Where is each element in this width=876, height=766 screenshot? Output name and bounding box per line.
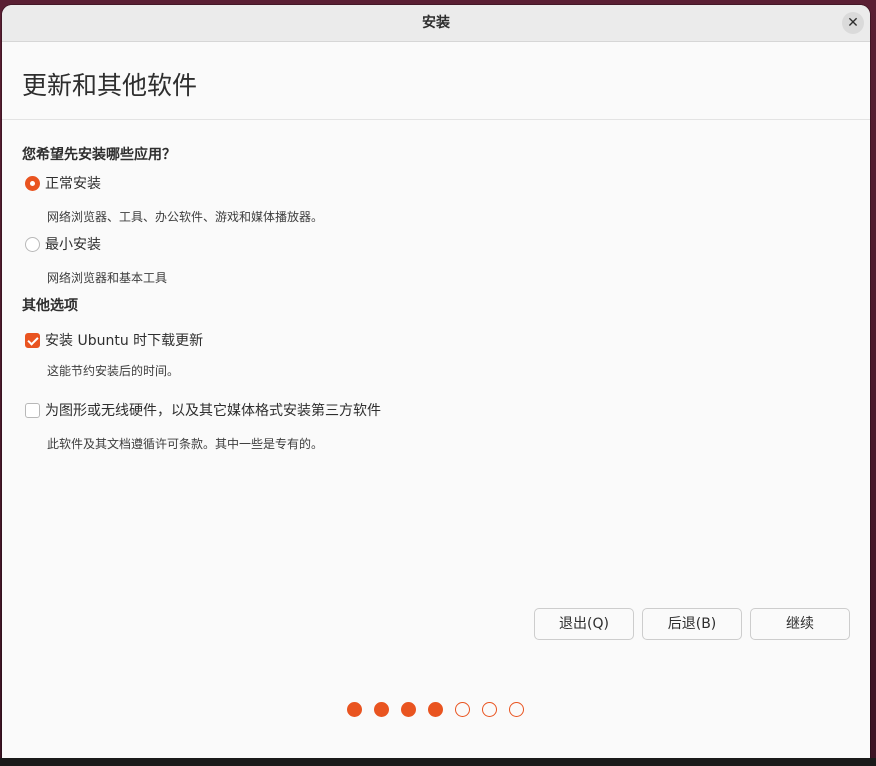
normal-install-description: 网络浏览器、工具、办公软件、游戏和媒体播放器。: [47, 210, 324, 224]
progress-dot-pending: [482, 702, 497, 717]
desktop-bottom-strip: [0, 758, 876, 766]
progress-dot-pending: [455, 702, 470, 717]
quit-button[interactable]: 退出(Q): [534, 608, 634, 640]
other-options-heading: 其他选项: [22, 298, 78, 314]
third-party-software-checkbox[interactable]: 为图形或无线硬件，以及其它媒体格式安装第三方软件: [25, 400, 381, 420]
page-header: 更新和其他软件: [2, 42, 870, 120]
progress-dot-completed: [374, 702, 389, 717]
radio-icon-unchecked[interactable]: [25, 236, 40, 252]
progress-dot-completed: [428, 702, 443, 717]
progress-dot-completed: [347, 702, 362, 717]
minimal-install-radio[interactable]: 最小安装: [25, 234, 101, 254]
checkbox-icon-unchecked[interactable]: [25, 402, 40, 418]
page-title: 更新和其他软件: [22, 71, 198, 100]
back-button[interactable]: 后退(B): [642, 608, 742, 640]
install-type-question: 您希望先安装哪些应用？: [22, 147, 176, 163]
checkbox-icon-checked[interactable]: [25, 332, 40, 348]
title-bar: 安装 ✕: [2, 5, 870, 42]
step-progress-indicator: [347, 702, 524, 717]
radio-icon-checked[interactable]: [25, 175, 40, 191]
normal-install-label: 正常安装: [45, 176, 101, 192]
progress-dot-pending: [509, 702, 524, 717]
minimal-install-label: 最小安装: [45, 237, 101, 253]
window-title: 安装: [422, 15, 450, 31]
minimal-install-description: 网络浏览器和基本工具: [47, 271, 168, 285]
continue-button[interactable]: 继续: [750, 608, 850, 640]
third-party-software-label: 为图形或无线硬件，以及其它媒体格式安装第三方软件: [45, 403, 381, 419]
download-updates-description: 这能节约安装后的时间。: [47, 364, 180, 378]
normal-install-radio[interactable]: 正常安装: [25, 173, 101, 193]
close-icon: ✕: [847, 15, 859, 31]
progress-dot-completed: [401, 702, 416, 717]
third-party-software-description: 此软件及其文档遵循许可条款。其中一些是专有的。: [47, 437, 324, 451]
close-button[interactable]: ✕: [842, 12, 864, 34]
download-updates-label: 安装 Ubuntu 时下载更新: [45, 333, 204, 349]
installer-window: 安装 ✕ 更新和其他软件 您希望先安装哪些应用？ 正常安装 网络浏览器、工具、办…: [2, 5, 870, 758]
download-updates-checkbox[interactable]: 安装 Ubuntu 时下载更新: [25, 330, 203, 350]
